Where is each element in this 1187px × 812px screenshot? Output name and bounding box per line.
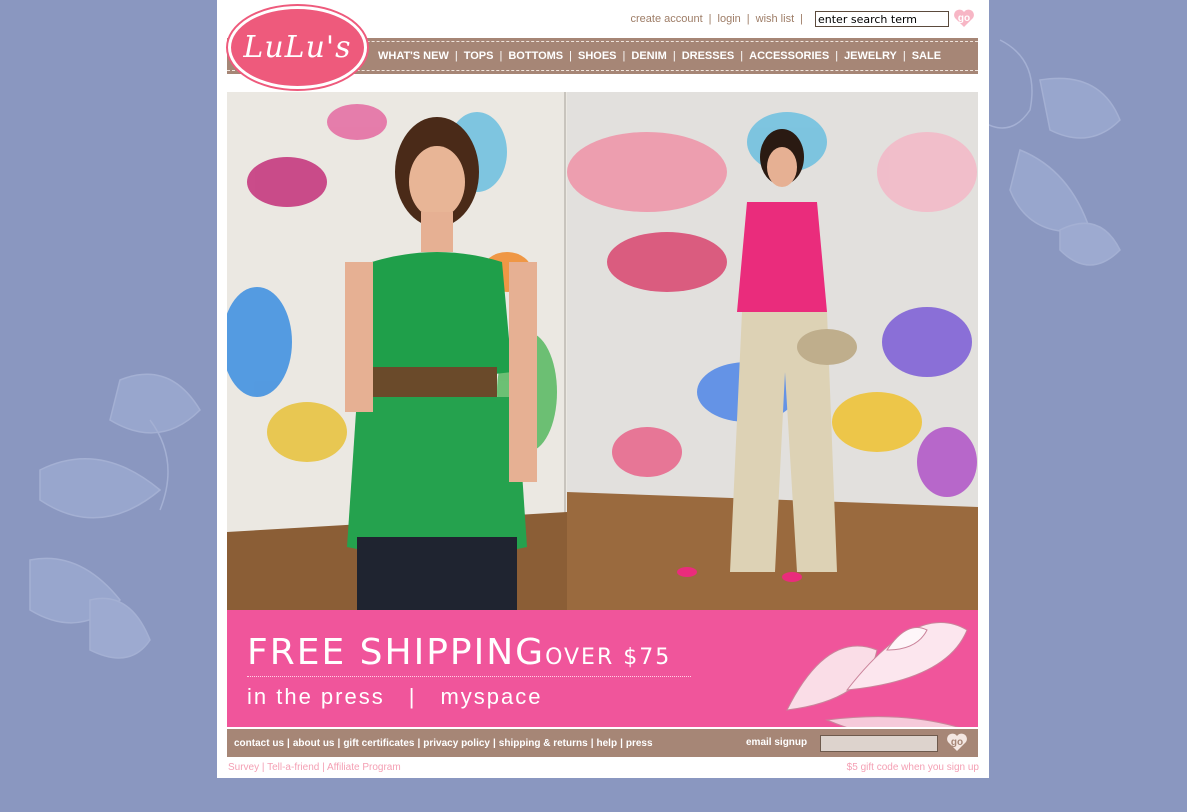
footer-link-help[interactable]: help bbox=[597, 738, 618, 749]
search-go-label: go bbox=[957, 12, 971, 24]
gift-code-promo-link[interactable]: $5 gift code when you sign up bbox=[847, 762, 979, 773]
footer-separator: | bbox=[287, 737, 290, 749]
free-shipping-headline: FREE SHIPPINGOVER $75 bbox=[247, 632, 671, 673]
nav-item-what-s-new[interactable]: WHAT'S NEW bbox=[372, 50, 455, 62]
nav-item-tops[interactable]: TOPS bbox=[458, 50, 500, 62]
utility-nav: create account | login | wish list | bbox=[631, 10, 949, 28]
hero-illustration bbox=[227, 92, 978, 610]
footer-link-privacy-policy[interactable]: privacy policy bbox=[423, 738, 490, 749]
brand-logo[interactable]: LuLu's bbox=[228, 6, 367, 89]
promo-dotted-rule bbox=[247, 676, 691, 677]
footer-link-contact-us[interactable]: contact us bbox=[234, 738, 284, 749]
search-go-button[interactable]: go bbox=[953, 8, 975, 28]
create-account-link[interactable]: create account bbox=[631, 13, 703, 25]
email-go-label: go bbox=[950, 736, 964, 748]
footer-separator: | bbox=[590, 737, 594, 749]
nav-item-bottoms[interactable]: BOTTOMS bbox=[502, 50, 569, 62]
brand-logo-text: LuLu's bbox=[243, 30, 352, 65]
free-shipping-text: FREE SHIPPING bbox=[247, 632, 546, 673]
in-the-press-link[interactable]: in the press bbox=[247, 684, 385, 710]
nav-item-jewelry[interactable]: JEWELRY bbox=[838, 50, 903, 62]
subfooter-links[interactable]: Survey | Tell-a-friend | Affiliate Progr… bbox=[228, 762, 401, 773]
footer-link-gift-certificates[interactable]: gift certificates bbox=[343, 738, 414, 749]
nav-item-dresses[interactable]: DRESSES bbox=[676, 50, 741, 62]
footer-separator: | bbox=[492, 737, 496, 749]
email-go-button[interactable]: go bbox=[946, 732, 968, 752]
footer-link-press[interactable]: press bbox=[626, 738, 653, 749]
nav-item-denim[interactable]: DENIM bbox=[625, 50, 672, 62]
search-input[interactable] bbox=[815, 11, 949, 27]
nav-item-shoes[interactable]: SHOES bbox=[572, 50, 623, 62]
footer-link-about-us[interactable]: about us bbox=[293, 738, 335, 749]
email-signup-input[interactable] bbox=[820, 735, 938, 752]
promo-links: in the press | myspace bbox=[247, 684, 543, 710]
hero-banner-image[interactable] bbox=[227, 92, 978, 610]
promo-link-separator: | bbox=[408, 684, 417, 709]
subfooter: Survey | Tell-a-friend | Affiliate Progr… bbox=[228, 762, 979, 776]
page-container: LuLu's create account | login | wish lis… bbox=[217, 0, 989, 778]
footer-separator: | bbox=[337, 737, 341, 749]
wish-list-link[interactable]: wish list bbox=[756, 13, 795, 25]
free-shipping-threshold: OVER $75 bbox=[545, 645, 672, 670]
login-link[interactable]: login bbox=[718, 13, 741, 25]
footer-bar: contact us | about us | gift certificates | pr… bbox=[227, 729, 978, 757]
footer-separator: | bbox=[417, 737, 421, 749]
myspace-link[interactable]: myspace bbox=[440, 684, 542, 710]
footer-link-shipping-returns[interactable]: shipping & returns bbox=[499, 738, 588, 749]
footer-links: contact us | about us | gift certificates | pr… bbox=[234, 738, 653, 749]
footer-separator: | bbox=[620, 737, 623, 749]
promo-banner[interactable]: FREE SHIPPINGOVER $75 in the press | mys… bbox=[227, 610, 978, 727]
nav-item-accessories[interactable]: ACCESSORIES bbox=[743, 50, 835, 62]
nav-item-sale[interactable]: SALE bbox=[906, 50, 947, 62]
email-signup-label: email signup bbox=[746, 737, 808, 748]
